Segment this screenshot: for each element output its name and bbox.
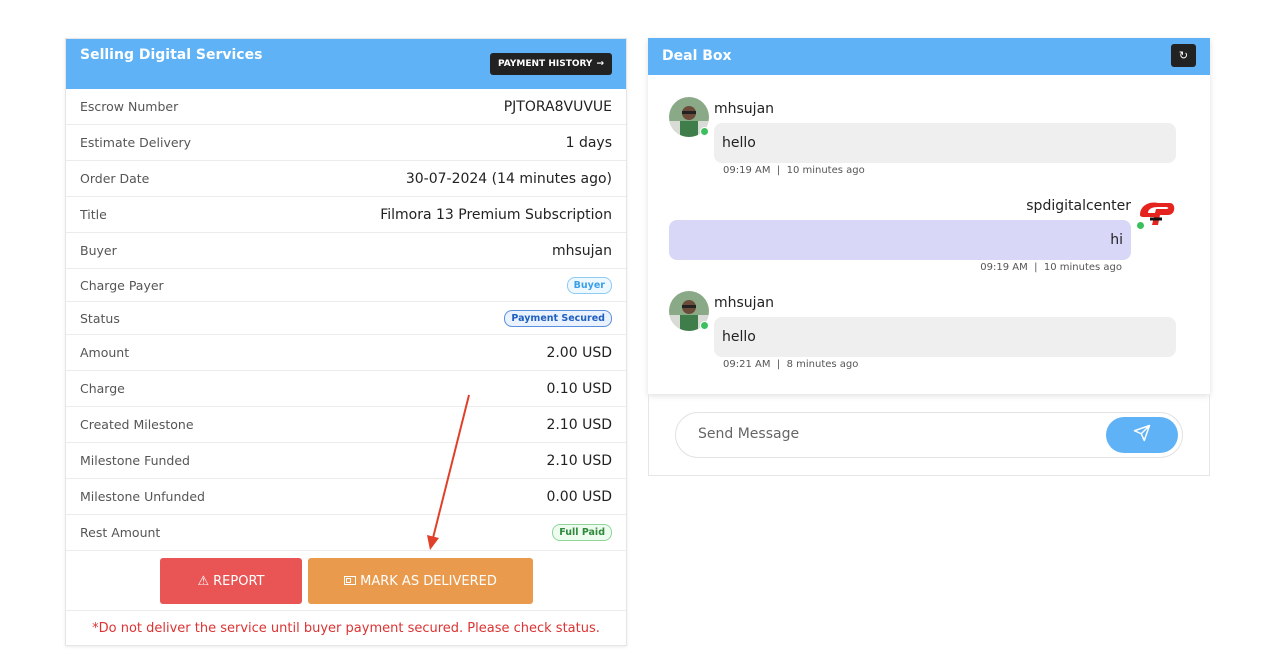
rest-amount-badge: Full Paid — [552, 524, 612, 541]
milestone-unfunded-value: 0.00 USD — [546, 488, 612, 505]
report-label: REPORT — [213, 573, 265, 589]
warning-message: *Do not deliver the service until buyer … — [92, 621, 600, 636]
refresh-icon: ↻ — [1178, 49, 1189, 62]
row-rest-amount: Rest Amount Full Paid — [66, 515, 626, 551]
row-label: Escrow Number — [80, 99, 179, 114]
row-label: Order Date — [80, 171, 150, 186]
row-label: Status — [80, 310, 120, 326]
buyer-value: mhsujan — [551, 242, 612, 259]
row-label: Milestone Funded — [80, 453, 190, 468]
status-badge: Payment Secured — [504, 309, 612, 327]
message-text: hello — [722, 135, 756, 151]
row-label: Charge Payer — [80, 277, 164, 293]
online-status-dot — [1136, 221, 1145, 230]
order-actions: ⚠ REPORT MARK AS DELIVERED — [66, 551, 626, 611]
charge-value: 0.10 USD — [546, 380, 612, 397]
payment-history-label: PAYMENT HISTORY — [498, 59, 593, 69]
row-label: Title — [80, 207, 107, 222]
row-order-date: Order Date 30-07-2024 (14 minutes ago) — [66, 161, 626, 197]
milestone-funded-value: 2.10 USD — [546, 452, 612, 469]
warning-icon: ⚠ — [197, 573, 210, 589]
charge-payer-badge: Buyer — [566, 276, 612, 294]
row-estimate-delivery: Estimate Delivery 1 days — [66, 125, 626, 161]
paper-plane-icon — [1133, 424, 1151, 446]
amount-value: 2.00 USD — [546, 344, 612, 361]
row-label: Rest Amount — [80, 525, 161, 540]
row-amount: Amount 2.00 USD — [66, 335, 626, 371]
row-created-milestone: Created Milestone 2.10 USD — [66, 407, 626, 443]
row-label: Buyer — [80, 243, 117, 258]
row-status: Status Payment Secured — [66, 302, 626, 335]
row-title: Title Filmora 13 Premium Subscription — [66, 197, 626, 233]
row-label: Milestone Unfunded — [80, 489, 205, 504]
row-charge-payer: Charge Payer Buyer — [66, 269, 626, 302]
row-charge: Charge 0.10 USD — [66, 371, 626, 407]
row-label: Estimate Delivery — [80, 135, 192, 150]
ticket-icon — [344, 574, 357, 589]
row-milestone-unfunded: Milestone Unfunded 0.00 USD — [66, 479, 626, 515]
row-label: Created Milestone — [80, 417, 194, 432]
message-sender: spdigitalcenter — [1026, 198, 1131, 214]
message-time: 09:19 AM — [723, 165, 771, 176]
row-label: Charge — [80, 381, 125, 396]
refresh-button[interactable]: ↻ — [1171, 44, 1196, 67]
mark-as-delivered-label: MARK AS DELIVERED — [360, 573, 497, 589]
message-text: hi — [1110, 232, 1123, 248]
order-details-list: Escrow Number PJTORA8VUVUE Estimate Deli… — [66, 89, 626, 551]
row-buyer: Buyer mhsujan — [66, 233, 626, 269]
message-sender: mhsujan — [714, 295, 775, 311]
mark-as-delivered-button[interactable]: MARK AS DELIVERED — [308, 558, 533, 604]
online-status-dot — [700, 321, 709, 330]
send-message-area — [648, 394, 1210, 476]
message-meta: 09:19 AM | 10 minutes ago — [980, 262, 1122, 273]
message-time: 09:19 AM — [980, 262, 1028, 273]
order-details-panel: Selling Digital Services PAYMENT HISTORY… — [65, 38, 627, 646]
message-bubble: hello — [714, 123, 1176, 163]
payment-history-button[interactable]: PAYMENT HISTORY → — [490, 53, 612, 75]
message-ago: 10 minutes ago — [1043, 262, 1122, 273]
created-milestone-value: 2.10 USD — [546, 416, 612, 433]
deal-box-panel: Deal Box ↻ mhsujan hello 09:19 AM | 10 m… — [648, 38, 1210, 394]
report-button[interactable]: ⚠ REPORT — [160, 558, 302, 604]
order-date-value: 30-07-2024 (14 minutes ago) — [405, 170, 612, 187]
arrow-right-icon: → — [596, 59, 604, 69]
send-message-box — [675, 412, 1183, 458]
message-meta: 09:19 AM | 10 minutes ago — [723, 165, 865, 176]
order-details-title: Selling Digital Services — [80, 47, 263, 63]
row-milestone-funded: Milestone Funded 2.10 USD — [66, 443, 626, 479]
message-bubble: hi — [669, 220, 1131, 260]
order-details-header: Selling Digital Services PAYMENT HISTORY… — [66, 39, 626, 89]
message-text: hello — [722, 329, 756, 345]
title-value: Filmora 13 Premium Subscription — [380, 206, 612, 223]
message-meta: 09:21 AM | 8 minutes ago — [723, 359, 859, 370]
estimate-delivery-value: 1 days — [565, 134, 612, 151]
row-escrow-number: Escrow Number PJTORA8VUVUE — [66, 89, 626, 125]
send-message-input[interactable] — [698, 426, 1098, 442]
online-status-dot — [700, 127, 709, 136]
deal-box-header: Deal Box ↻ — [648, 38, 1210, 75]
deal-box-title: Deal Box — [662, 48, 732, 64]
escrow-number-value: PJTORA8VUVUE — [503, 98, 612, 115]
message-bubble: hello — [714, 317, 1176, 357]
row-label: Amount — [80, 345, 130, 360]
message-time: 09:21 AM — [723, 359, 771, 370]
message-ago: 8 minutes ago — [786, 359, 859, 370]
send-button[interactable] — [1106, 417, 1178, 453]
message-ago: 10 minutes ago — [786, 165, 865, 176]
message-sender: mhsujan — [714, 101, 775, 117]
